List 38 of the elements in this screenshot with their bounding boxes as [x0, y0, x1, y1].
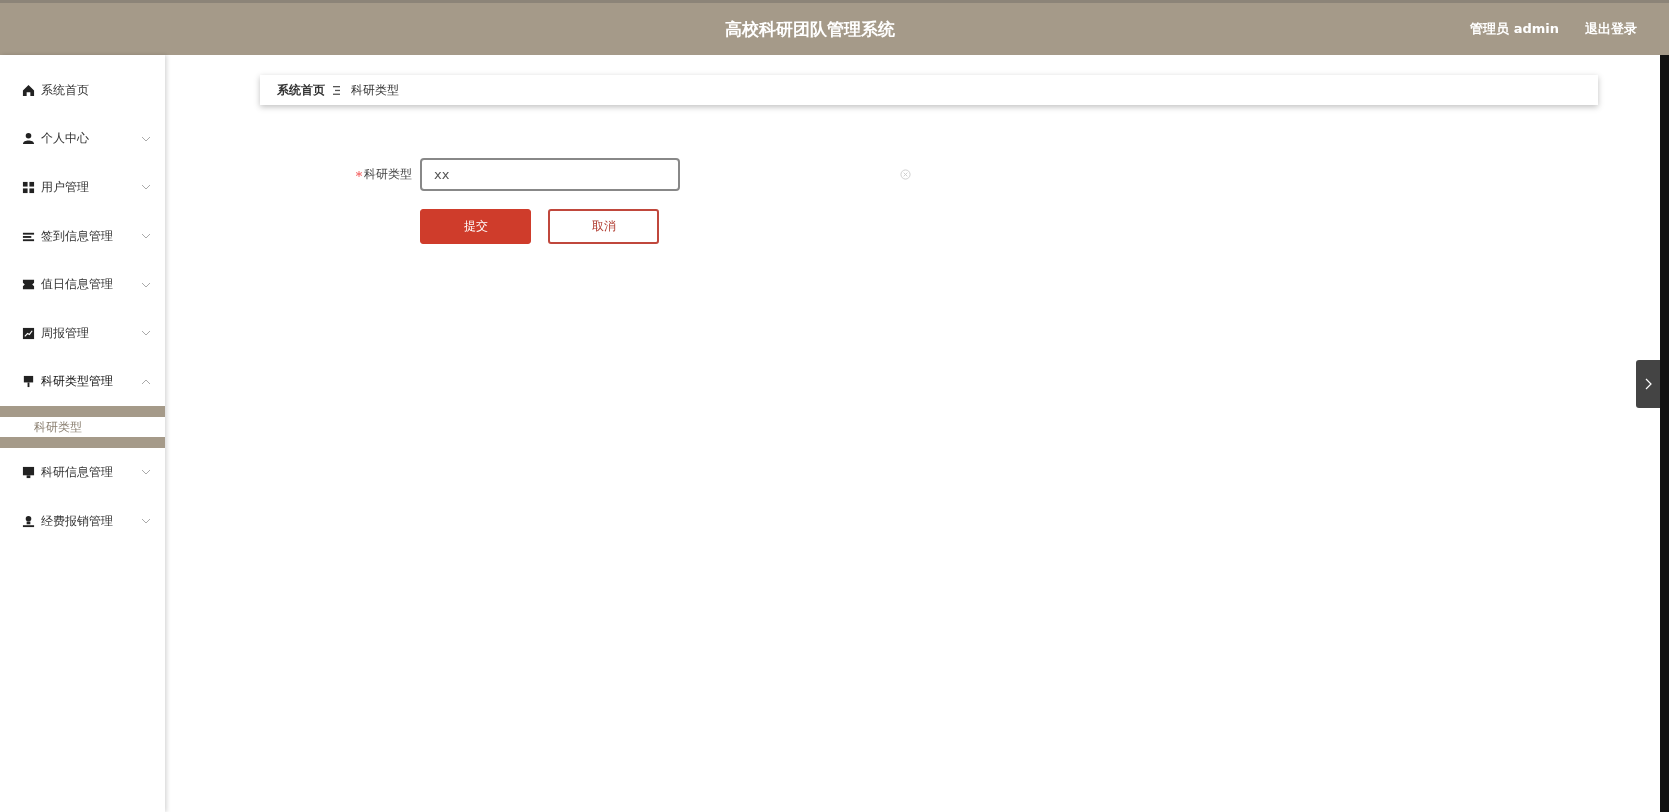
- sidebar-item[interactable]: 签到信息管理: [0, 211, 165, 261]
- chevron-up-icon: [141, 378, 151, 385]
- clear-icon[interactable]: [900, 169, 911, 180]
- home-icon: [22, 83, 35, 97]
- ticket-icon: [22, 278, 35, 292]
- chevron-down-icon: [141, 469, 151, 476]
- input-field[interactable]: xx: [420, 158, 680, 191]
- chevron-down-icon: [141, 135, 151, 142]
- grid-icon: [22, 181, 35, 194]
- sidebar-item[interactable]: 科研信息管理: [0, 448, 165, 497]
- user-label: 管理员 admin: [1470, 20, 1559, 38]
- sidebar-item[interactable]: 用户管理: [0, 163, 165, 212]
- chevron-down-icon: [141, 233, 151, 240]
- sidebar-item[interactable]: 周报管理: [0, 308, 165, 358]
- chevron-down-icon: [141, 518, 151, 525]
- side-panel-toggle[interactable]: [1636, 360, 1660, 408]
- chevron-down-icon: [141, 281, 151, 288]
- sidebar-item[interactable]: 系统首页: [0, 66, 165, 115]
- sidebar-item[interactable]: 值日信息管理: [0, 260, 165, 309]
- breadcrumb-link[interactable]: 科研类型: [351, 81, 399, 99]
- chevron-right-icon: [1644, 378, 1652, 390]
- user-icon: [22, 132, 35, 146]
- person-icon: [22, 514, 35, 528]
- submit-button[interactable]: 提交: [420, 209, 531, 244]
- submenu-item[interactable]: 科研类型: [0, 417, 165, 438]
- cancel-button[interactable]: 取消: [548, 209, 659, 244]
- separator-icon: [333, 85, 341, 95]
- field-label: 科研类型: [355, 166, 412, 183]
- chevron-down-icon: [141, 330, 151, 337]
- chevron-down-icon: [141, 184, 151, 191]
- breadcrumb-link[interactable]: 系统首页: [277, 81, 325, 99]
- signboard-icon: [22, 375, 35, 389]
- chart-icon: [22, 326, 35, 340]
- sidebar-item[interactable]: 科研类型管理: [0, 357, 165, 407]
- sidebar-item[interactable]: 经费报销管理: [0, 496, 165, 546]
- monitor-icon: [22, 465, 35, 479]
- sidebar-item[interactable]: 个人中心: [0, 114, 165, 164]
- app-title: 高校科研团队管理系统: [724, 17, 897, 41]
